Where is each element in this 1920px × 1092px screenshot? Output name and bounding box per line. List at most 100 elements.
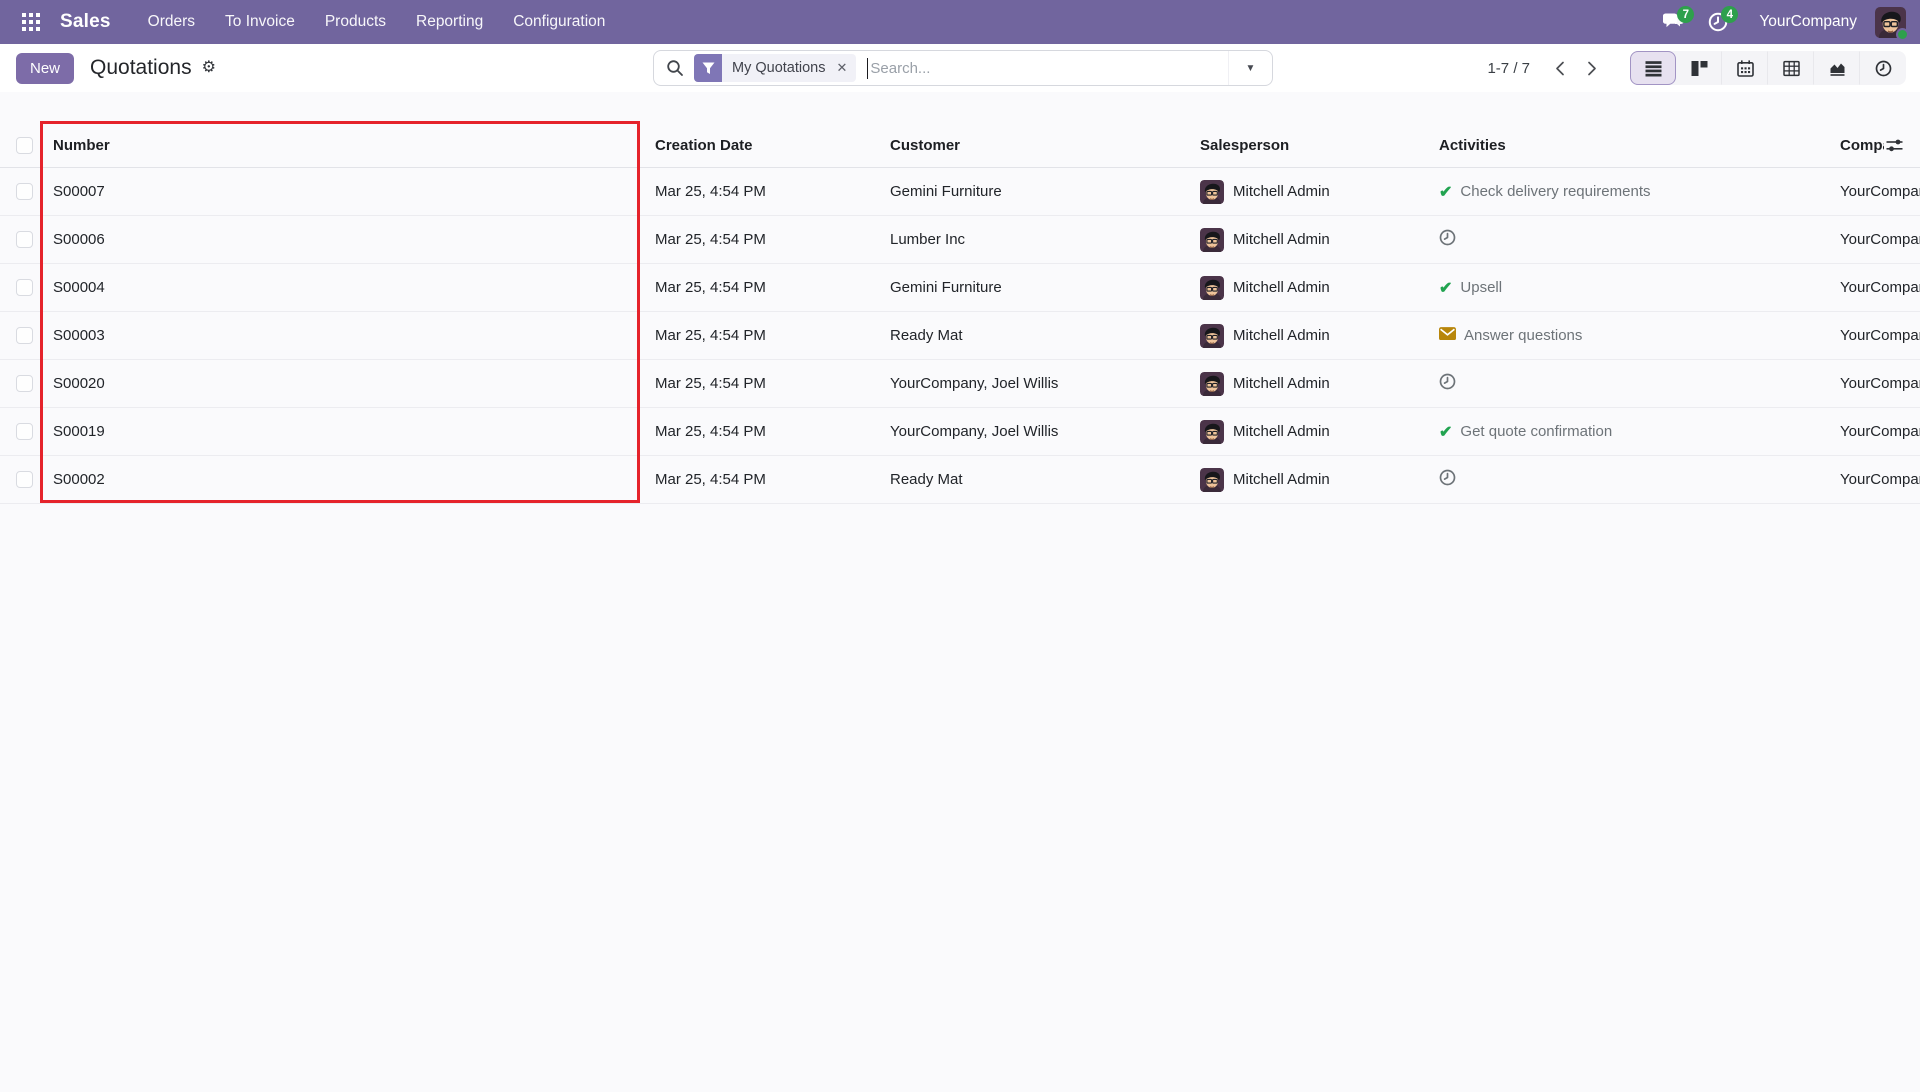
menu-reporting[interactable]: Reporting <box>401 3 498 41</box>
cell-activities[interactable]: ✔ <box>1439 216 1464 263</box>
apps-menu-button[interactable] <box>16 7 46 37</box>
table-row[interactable]: S00020 Mar 25, 4:54 PM YourCompany, Joel… <box>0 360 1920 408</box>
activity-view-icon <box>1875 60 1892 77</box>
cell-company: YourCompany <box>1840 312 1920 359</box>
view-kanban-button[interactable] <box>1676 51 1722 85</box>
row-checkbox[interactable] <box>16 375 33 392</box>
graph-view-icon <box>1829 60 1846 77</box>
cell-activities[interactable]: ✔ Upsell <box>1439 264 1502 311</box>
messages-button[interactable]: 7 <box>1657 5 1691 39</box>
cell-activities[interactable]: ✔ Get quote confirmation <box>1439 408 1612 455</box>
activity-label: Upsell <box>1460 279 1502 296</box>
header-number[interactable]: Number <box>53 124 110 167</box>
table-row[interactable]: S00007 Mar 25, 4:54 PM Gemini Furniture … <box>0 168 1920 216</box>
view-list-button[interactable] <box>1630 51 1676 85</box>
chevron-left-icon <box>1555 61 1565 76</box>
pivot-view-icon <box>1783 60 1800 77</box>
messages-badge: 7 <box>1677 6 1694 23</box>
view-pivot-button[interactable] <box>1768 51 1814 85</box>
calendar-view-icon <box>1737 60 1754 77</box>
cell-customer: YourCompany, Joel Willis <box>890 360 1058 407</box>
view-switcher <box>1630 51 1906 85</box>
table-row[interactable]: S00006 Mar 25, 4:54 PM Lumber Inc Mitche… <box>0 216 1920 264</box>
filter-funnel-icon <box>694 54 722 82</box>
activity-label: Get quote confirmation <box>1460 423 1612 440</box>
table-row[interactable]: S00003 Mar 25, 4:54 PM Ready Mat Mitchel… <box>0 312 1920 360</box>
app-name[interactable]: Sales <box>60 11 111 33</box>
activity-done-check-icon: ✔ <box>1439 422 1452 442</box>
pager-previous-button[interactable] <box>1544 52 1576 84</box>
control-panel: New Quotations ⚙ My Quotations ✕ Search.… <box>0 44 1920 92</box>
salesperson-avatar <box>1200 468 1224 492</box>
menu-products[interactable]: Products <box>310 3 401 41</box>
cell-activities[interactable]: ✔ Answer questions <box>1439 312 1582 359</box>
row-checkbox[interactable] <box>16 471 33 488</box>
activity-clock-icon <box>1439 469 1456 486</box>
table-header-row: Number Creation Date Customer Salesperso… <box>0 124 1920 168</box>
facet-remove-icon[interactable]: ✕ <box>835 54 857 82</box>
cell-number: S00020 <box>53 360 105 407</box>
cell-company: YourCompany <box>1840 216 1920 263</box>
row-checkbox[interactable] <box>16 231 33 248</box>
cell-activities[interactable]: ✔ <box>1439 456 1464 503</box>
menu-to-invoice[interactable]: To Invoice <box>210 3 310 41</box>
search-bar[interactable]: My Quotations ✕ Search... ▼ <box>653 50 1273 86</box>
table-row[interactable]: S00002 Mar 25, 4:54 PM Ready Mat Mitchel… <box>0 456 1920 504</box>
view-calendar-button[interactable] <box>1722 51 1768 85</box>
optional-columns-icon[interactable] <box>1886 124 1903 167</box>
filter-facet[interactable]: My Quotations ✕ <box>694 54 856 82</box>
header-company[interactable]: Company <box>1840 124 1884 167</box>
list-view-icon <box>1645 60 1662 77</box>
table-row[interactable]: S00004 Mar 25, 4:54 PM Gemini Furniture … <box>0 264 1920 312</box>
salesperson-avatar <box>1200 420 1224 444</box>
gear-icon[interactable]: ⚙ <box>202 60 216 76</box>
activities-button[interactable]: 4 <box>1701 5 1735 39</box>
cell-salesperson: Mitchell Admin <box>1200 312 1330 359</box>
cell-creation-date: Mar 25, 4:54 PM <box>655 216 766 263</box>
cell-creation-date: Mar 25, 4:54 PM <box>655 168 766 215</box>
cell-number: S00003 <box>53 312 105 359</box>
header-creation-date[interactable]: Creation Date <box>655 124 753 167</box>
cell-customer: YourCompany, Joel Willis <box>890 408 1058 455</box>
row-checkbox[interactable] <box>16 327 33 344</box>
new-button[interactable]: New <box>16 53 74 84</box>
row-checkbox[interactable] <box>16 183 33 200</box>
cell-company: YourCompany <box>1840 264 1920 311</box>
view-graph-button[interactable] <box>1814 51 1860 85</box>
row-checkbox[interactable] <box>16 279 33 296</box>
salesperson-avatar <box>1200 372 1224 396</box>
menu-configuration[interactable]: Configuration <box>498 3 620 41</box>
cell-salesperson: Mitchell Admin <box>1200 216 1330 263</box>
cell-activities[interactable]: ✔ Check delivery requirements <box>1439 168 1650 215</box>
cell-number: S00007 <box>53 168 105 215</box>
header-salesperson[interactable]: Salesperson <box>1200 124 1289 167</box>
search-dropdown-toggle[interactable]: ▼ <box>1228 51 1272 85</box>
salesperson-avatar <box>1200 180 1224 204</box>
cell-customer: Lumber Inc <box>890 216 965 263</box>
search-input[interactable]: Search... <box>870 60 930 77</box>
activities-badge: 4 <box>1721 6 1738 23</box>
view-activity-button[interactable] <box>1860 51 1906 85</box>
cell-customer: Ready Mat <box>890 456 963 503</box>
cell-creation-date: Mar 25, 4:54 PM <box>655 360 766 407</box>
activity-label: Check delivery requirements <box>1460 183 1650 200</box>
main-menu: Orders To Invoice Products Reporting Con… <box>133 3 621 41</box>
table-row[interactable]: S00019 Mar 25, 4:54 PM YourCompany, Joel… <box>0 408 1920 456</box>
top-navbar: Sales Orders To Invoice Products Reporti… <box>0 0 1920 44</box>
cell-customer: Gemini Furniture <box>890 168 1002 215</box>
activity-clock-icon <box>1439 373 1456 390</box>
text-cursor <box>867 58 868 79</box>
online-status-dot <box>1896 28 1909 41</box>
row-checkbox[interactable] <box>16 423 33 440</box>
cell-salesperson: Mitchell Admin <box>1200 264 1330 311</box>
pager-next-button[interactable] <box>1576 52 1608 84</box>
header-customer[interactable]: Customer <box>890 124 960 167</box>
cell-activities[interactable]: ✔ <box>1439 360 1464 407</box>
select-all-checkbox[interactable] <box>16 137 33 154</box>
user-menu-avatar[interactable] <box>1875 7 1906 38</box>
search-icon <box>666 59 684 77</box>
cell-company: YourCompany <box>1840 360 1920 407</box>
menu-orders[interactable]: Orders <box>133 3 210 41</box>
header-activities[interactable]: Activities <box>1439 124 1506 167</box>
company-switcher[interactable]: YourCompany <box>1759 13 1857 31</box>
